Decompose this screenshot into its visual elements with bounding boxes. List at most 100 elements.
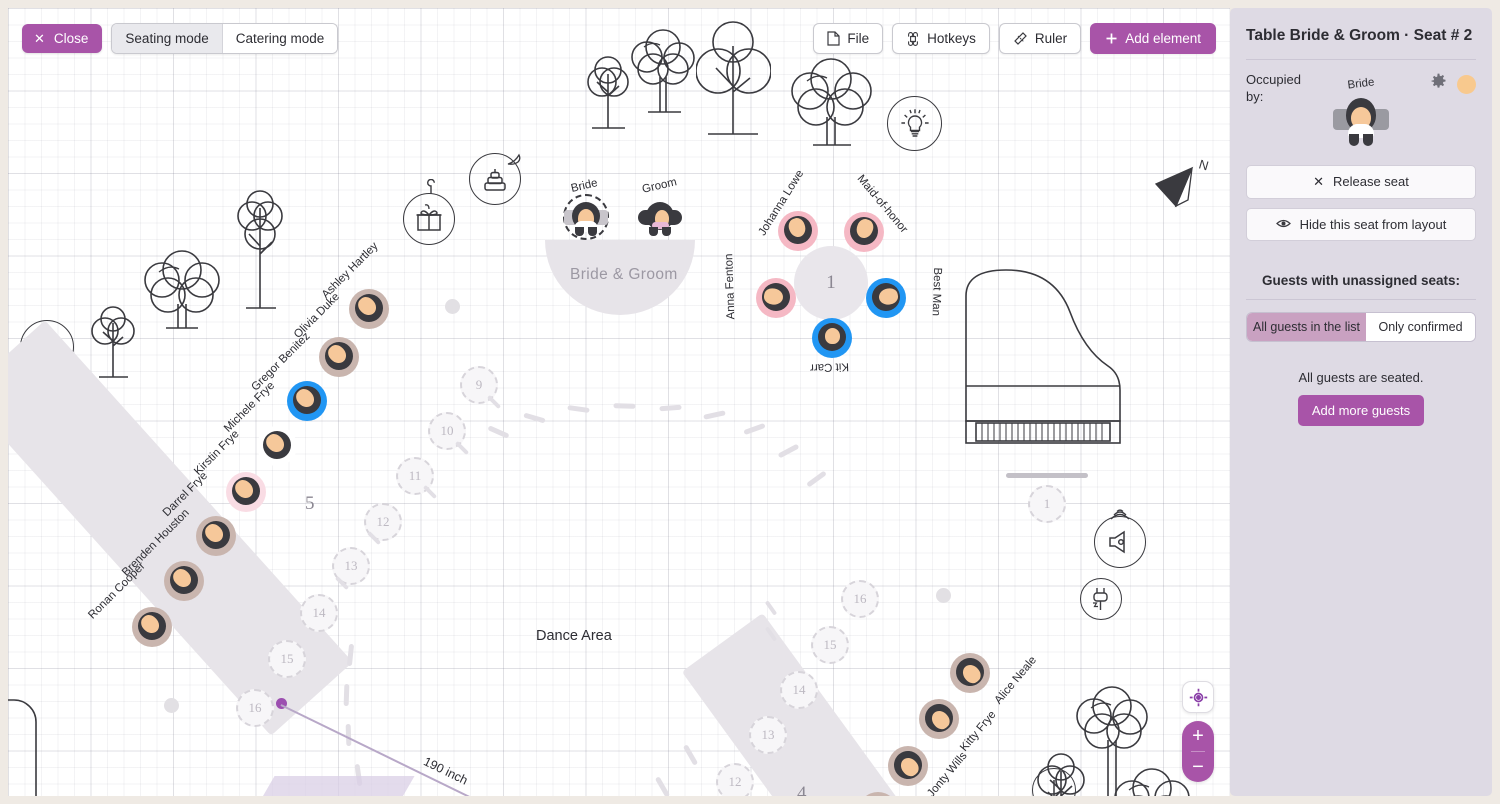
seat-number: 9	[475, 377, 483, 392]
guest-brenden-houston[interactable]	[164, 560, 204, 601]
tree-icon[interactable]	[623, 25, 703, 120]
avatar	[1333, 97, 1389, 147]
tab-only-confirmed[interactable]: Only confirmed	[1366, 312, 1475, 341]
table-1-number: 1	[826, 272, 836, 293]
tree-icon[interactable]	[236, 186, 284, 316]
anchor-dot[interactable]	[936, 588, 951, 603]
empty-seat-1b[interactable]: 1	[1028, 485, 1066, 523]
empty-seat-15b[interactable]: 15	[811, 626, 849, 664]
crosshair-icon[interactable]	[1182, 681, 1214, 713]
tree-icon[interactable]	[783, 53, 879, 153]
guest-label-alice-neale: Alice Neale	[992, 654, 1040, 707]
close-button[interactable]: ✕ Close	[22, 24, 103, 53]
dance-area-boundary	[487, 425, 510, 439]
gift-hook-icon	[422, 178, 440, 200]
guest-alice-neale[interactable]	[950, 652, 990, 693]
table-bride-groom-label: Bride & Groom	[570, 266, 678, 283]
tab-catering-mode[interactable]: Catering mode	[221, 24, 338, 53]
guest-jonty-wills[interactable]	[888, 745, 928, 786]
seat-bride[interactable]	[563, 194, 609, 240]
release-seat-button[interactable]: ✕ Release seat	[1246, 164, 1476, 199]
seat-label-groom: Groom	[641, 176, 678, 196]
stage-area[interactable]	[251, 776, 415, 796]
close-button-label: Close	[53, 31, 89, 46]
mode-switch: Seating mode Catering mode	[111, 23, 339, 54]
seat-number: 1	[1043, 496, 1051, 511]
zoom-out-button[interactable]: −	[1182, 752, 1214, 782]
guest-anna-fenton[interactable]	[756, 278, 796, 318]
seat-stub	[486, 394, 502, 410]
hotkeys-button[interactable]: Hotkeys	[892, 23, 990, 54]
guest-ronan-cooper[interactable]	[132, 606, 172, 647]
dance-area-boundary	[613, 403, 636, 409]
guest-gregor-benitez[interactable]	[287, 380, 327, 421]
dance-area-boundary	[567, 404, 590, 414]
unassigned-guests-heading: Guests with unassigned seats:	[1261, 272, 1461, 288]
compass-icon[interactable]: N	[1148, 156, 1214, 223]
gift-icon[interactable]	[403, 193, 455, 245]
seat-ring-tan	[858, 792, 898, 796]
seat-number: 13	[344, 558, 358, 573]
ruler-button[interactable]: Ruler	[998, 23, 1082, 54]
floor-plan-canvas[interactable]: N Bride & Groom Bride Groom 1 Johanna Lo…	[8, 8, 1230, 796]
seat-number: 12	[376, 514, 390, 529]
tree-icon[interactable]	[90, 303, 136, 385]
empty-seat-16[interactable]: 16	[236, 689, 274, 727]
table-1[interactable]: 1	[794, 246, 868, 320]
guest-darrel-frye[interactable]	[196, 515, 236, 556]
guest-olivia-duke[interactable]	[319, 336, 359, 377]
empty-seat-15[interactable]: 15	[268, 640, 306, 678]
empty-seat-14[interactable]: 14	[300, 594, 338, 632]
dance-area-boundary	[806, 470, 827, 488]
power-outlet-icon[interactable]	[1080, 578, 1122, 620]
seat-number: 11	[408, 468, 422, 483]
zoom-controls: + −	[1182, 721, 1214, 782]
guest-extra[interactable]	[858, 791, 898, 796]
tab-all-guests[interactable]: All guests in the list	[1247, 312, 1366, 341]
guest-michele-frye[interactable]	[257, 425, 297, 466]
guest-maid-of-honor[interactable]	[844, 212, 884, 252]
seat-number: 14	[792, 682, 806, 697]
seat-stub	[454, 440, 470, 456]
piano-bench[interactable]	[1006, 473, 1088, 478]
hide-seat-button[interactable]: Hide this seat from layout	[1246, 207, 1476, 241]
guest-label-anna-fenton: Anna Fenton	[723, 253, 738, 320]
empty-seat-14b[interactable]: 14	[780, 671, 818, 709]
add-element-button-label: Add element	[1125, 31, 1201, 46]
tree-icon[interactable]	[136, 246, 228, 338]
tree-icon[interactable]	[696, 16, 771, 141]
seat-number: 16	[248, 700, 262, 715]
release-seat-label: Release seat	[1333, 174, 1409, 190]
guest-ashley-hartley[interactable]	[349, 288, 389, 329]
divider	[1246, 59, 1476, 61]
seat-groom[interactable]	[638, 197, 682, 237]
guest-johanna-lowe[interactable]	[778, 211, 818, 251]
file-button-label: File	[847, 31, 870, 46]
add-more-guests-button[interactable]: Add more guests	[1297, 394, 1425, 426]
lightbulb-icon[interactable]	[887, 96, 942, 151]
toolbar-left: ✕ Close Seating mode Catering mode	[22, 23, 339, 54]
cake-flame-icon	[505, 149, 525, 172]
empty-seat-13b[interactable]: 13	[749, 716, 787, 754]
anchor-dot[interactable]	[164, 698, 179, 713]
anchor-dot[interactable]	[445, 299, 460, 314]
add-element-button[interactable]: Add element	[1090, 23, 1216, 54]
seat-number: 14	[312, 605, 326, 620]
guest-best-man[interactable]	[866, 278, 906, 318]
all-seated-message: All guests are seated.	[1298, 369, 1424, 385]
piano-icon[interactable]	[958, 266, 1138, 476]
empty-seat-12b[interactable]: 12	[716, 763, 754, 796]
seat-number: 15	[280, 651, 294, 666]
file-button[interactable]: File	[813, 23, 884, 54]
guest-kit-carr[interactable]	[812, 318, 852, 358]
floor-plan-objects: N Bride & Groom Bride Groom 1 Johanna Lo…	[8, 8, 1230, 796]
sofa-icon[interactable]	[8, 696, 44, 796]
zoom-in-button[interactable]: +	[1182, 721, 1214, 751]
tab-seating-mode[interactable]: Seating mode	[112, 24, 222, 53]
dance-area-label: Dance Area	[536, 628, 612, 644]
seat-number: 10	[440, 423, 454, 438]
guest-kitty-frye[interactable]	[919, 698, 959, 739]
guest-kirstin-frye[interactable]	[226, 471, 266, 512]
ruler-button-label: Ruler	[1034, 31, 1068, 46]
empty-seat-16b[interactable]: 16	[841, 580, 879, 618]
